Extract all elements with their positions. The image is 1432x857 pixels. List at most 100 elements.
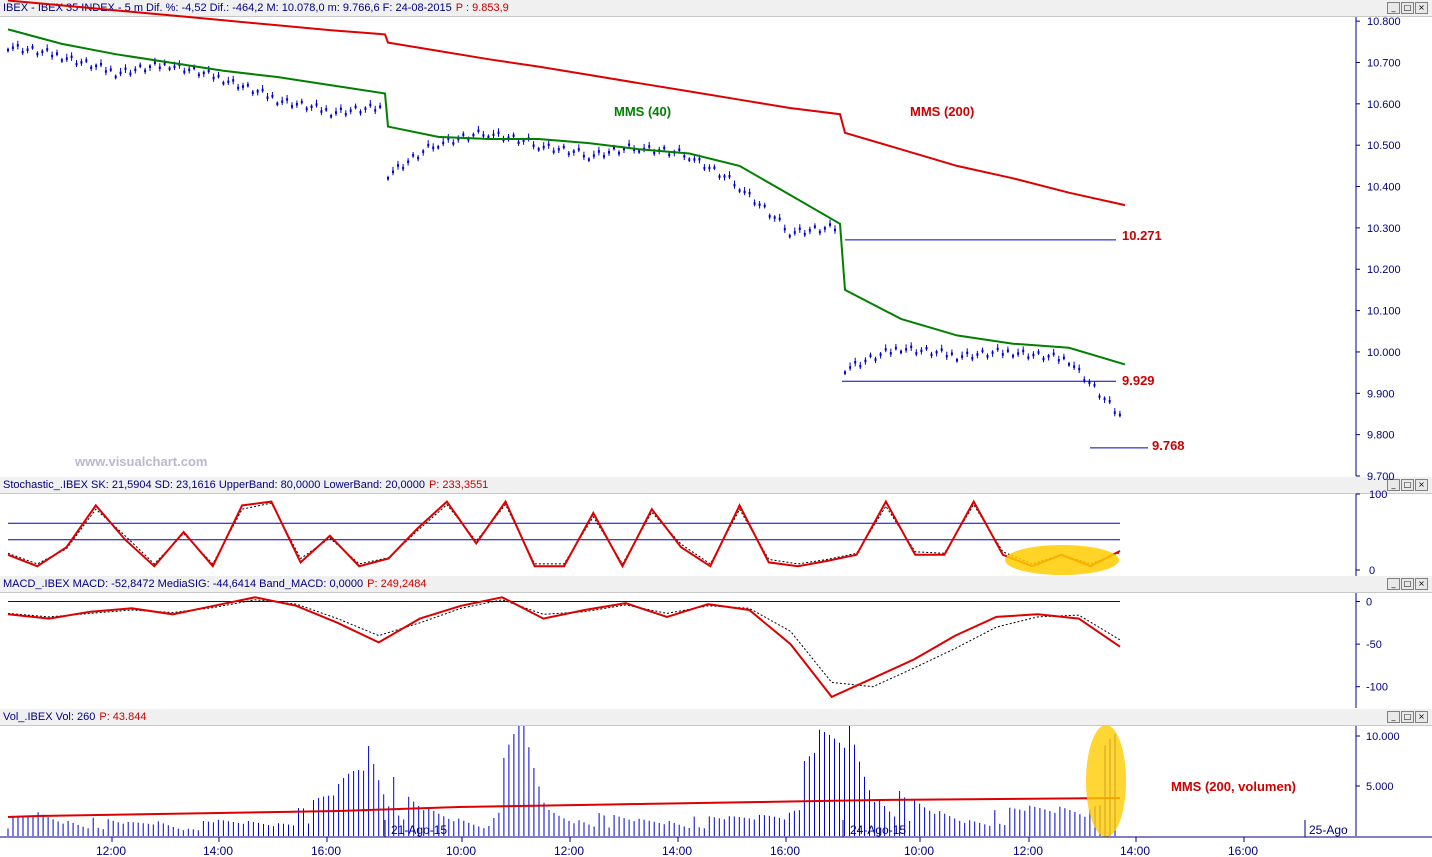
volume-highlight-ellipse: [1086, 725, 1126, 837]
price-candle-body: [603, 155, 605, 158]
x-axis-label: 12:00: [554, 844, 584, 857]
price-candle-body: [310, 105, 313, 108]
price-candle-body: [100, 62, 102, 66]
price-candle-body: [70, 55, 73, 59]
price-candle-body: [153, 61, 156, 64]
price-candle-body: [1052, 352, 1055, 356]
price-candle-body: [412, 154, 415, 157]
price-candle-body: [217, 74, 220, 78]
price-axis-label: 10.300: [1367, 223, 1401, 235]
price-candle-body: [246, 83, 249, 87]
price-candle-body: [859, 364, 862, 368]
price-candle-body: [237, 86, 240, 90]
price-candle-body: [1108, 400, 1111, 403]
price-candle-body: [668, 153, 671, 156]
price-axis-label: 10.400: [1367, 182, 1401, 194]
price-candle-body: [894, 346, 897, 350]
level-label-2: 9.929: [1122, 373, 1155, 388]
price-candle-body: [728, 175, 731, 178]
price-candle-body: [339, 107, 342, 111]
date-label-1: 21-Ago-15: [391, 823, 447, 837]
price-candle-body: [354, 105, 357, 109]
price-candle-body: [1057, 359, 1060, 362]
price-candle-body: [1001, 353, 1004, 356]
price-candle-body: [379, 105, 382, 108]
x-axis-label: 14:00: [203, 844, 233, 857]
price-candle-body: [597, 150, 600, 153]
price-candle-body: [905, 348, 908, 351]
price-candle-body: [1078, 367, 1081, 371]
price-candle-body: [688, 158, 691, 161]
price-candle-body: [75, 62, 78, 66]
price-candle-body: [295, 103, 298, 106]
price-axis-label: 10.600: [1367, 99, 1401, 111]
price-candle-body: [648, 145, 651, 148]
price-candle-body: [305, 107, 308, 111]
volume-panel[interactable]: [7, 725, 1126, 837]
price-candle-body: [698, 158, 701, 161]
price-candle-body: [1093, 383, 1096, 387]
price-candle-body: [60, 59, 63, 62]
price-candle-body: [1103, 397, 1106, 401]
price-candle-body: [818, 230, 821, 234]
price-candle-body: [281, 100, 284, 103]
price-axis-label: 10.000: [1367, 347, 1401, 359]
price-candle-body: [95, 64, 98, 68]
stochastic-panel[interactable]: [7, 499, 1121, 575]
macd-axis-label: -100: [1366, 682, 1388, 694]
axes: 10.800 10.700 10.600 10.500 10.400 10.300 10.2…: [0, 16, 1432, 857]
price-candle-body: [723, 175, 726, 178]
level-label-3: 9.768: [1152, 438, 1185, 453]
price-candle-body: [487, 135, 490, 139]
price-candle-body: [462, 133, 465, 136]
price-candle-body: [1027, 356, 1030, 359]
price-candle-body: [139, 64, 142, 67]
price-axis-label: 10.500: [1367, 140, 1401, 152]
price-candle-body: [864, 359, 867, 363]
price-candle-body: [124, 67, 127, 71]
price-axis-label: 9.900: [1367, 388, 1395, 400]
price-candle-body: [359, 111, 362, 114]
price-candle-body: [638, 150, 641, 153]
price-candle-body: [653, 151, 656, 155]
price-candle-body: [129, 72, 132, 76]
price-candle-body: [758, 203, 761, 206]
price-candle-body: [678, 148, 681, 151]
level-label-1: 10.271: [1122, 228, 1162, 243]
price-candle-body: [397, 164, 399, 167]
price-panel[interactable]: [7, 0, 1148, 449]
price-candle-body: [557, 148, 560, 151]
price-candle-body: [114, 75, 117, 79]
macd-panel[interactable]: [7, 596, 1121, 699]
x-axis-label: 12:00: [1013, 844, 1043, 857]
price-candle-body: [874, 358, 877, 361]
price-candle-body: [935, 351, 938, 354]
price-candle-body: [41, 50, 44, 53]
price-candle-body: [1012, 354, 1014, 358]
price-candle-body: [149, 65, 151, 68]
date-label-3: 25-Ago: [1309, 823, 1348, 837]
price-candle-body: [497, 131, 500, 134]
price-axis-label: 10.800: [1367, 16, 1401, 28]
price-candle-body: [663, 146, 666, 150]
price-candle-body: [798, 227, 801, 230]
price-candle-body: [1062, 356, 1065, 360]
stochastic-axis-label: 0: [1369, 565, 1375, 577]
price-candle-body: [51, 54, 54, 58]
price-candle-body: [996, 347, 999, 351]
price-candle-body: [330, 115, 333, 118]
price-candle-body: [387, 177, 389, 180]
price-candle-body: [900, 350, 902, 354]
price-candle-body: [325, 108, 328, 111]
macd-line: [7, 596, 1121, 699]
stochastic-sd-line: [7, 502, 1121, 565]
price-candle-body: [417, 156, 420, 160]
price-candle-body: [232, 79, 235, 82]
x-axis-label: 12:00: [96, 844, 126, 857]
watermark: www.visualchart.com: [74, 454, 207, 469]
price-candle-body: [158, 66, 161, 69]
price-candle-body: [300, 100, 303, 104]
price-candle-body: [915, 352, 918, 355]
chart-canvas[interactable]: 10.800 10.700 10.600 10.500 10.400 10.300 10.2…: [0, 0, 1432, 857]
price-candle-body: [884, 348, 887, 351]
